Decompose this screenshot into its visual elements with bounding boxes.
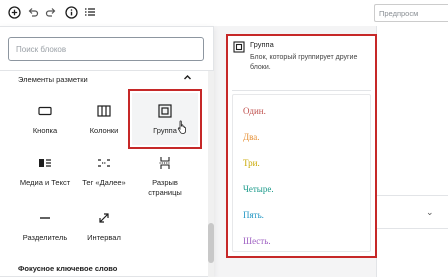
- preview-item: Два.: [243, 132, 260, 142]
- preview-item: Один.: [243, 106, 266, 116]
- sidebar-divider: [376, 228, 448, 229]
- spacer-icon: [94, 208, 114, 228]
- info-icon[interactable]: [63, 4, 79, 20]
- media-text-icon: [35, 153, 55, 173]
- group-block-highlight: [128, 89, 202, 149]
- button-icon: [35, 101, 55, 121]
- block-label: Интервал: [87, 233, 121, 242]
- block-label: Медиа и Текст: [19, 178, 71, 187]
- top-toolbar: Предпросм: [0, 0, 448, 26]
- block-label: Тег «Далее»: [82, 178, 126, 187]
- block-label: Разрыв страницы: [148, 178, 182, 197]
- page-break-icon: [155, 153, 175, 173]
- block-label: Колонки: [89, 126, 119, 135]
- scrollbar-thumb[interactable]: [208, 223, 214, 263]
- divider: [0, 70, 214, 71]
- block-spacer[interactable]: Интервал: [71, 208, 137, 243]
- block-preview-panel: Группа Блок, который группирует другие б…: [226, 34, 377, 258]
- add-icon[interactable]: [6, 4, 22, 20]
- sidebar-divider: [376, 195, 448, 196]
- search-input[interactable]: Поиск блоков: [8, 37, 204, 61]
- focus-keyword-label: Фокусное ключевое слово: [18, 264, 118, 273]
- chevron-down-icon[interactable]: ⌄: [426, 207, 434, 218]
- undo-icon[interactable]: [25, 4, 41, 20]
- block-separator[interactable]: Разделитель: [12, 208, 78, 243]
- category-title[interactable]: Элементы разметки: [18, 75, 88, 84]
- block-more[interactable]: Тег «Далее»: [71, 153, 137, 188]
- redo-icon[interactable]: [43, 4, 59, 20]
- block-page-break[interactable]: Разрыв страницы: [132, 153, 198, 198]
- preview-item: Шесть.: [243, 236, 271, 246]
- more-tag-icon: [94, 153, 114, 173]
- group-icon: [233, 40, 245, 58]
- preview-item: Три.: [243, 158, 260, 168]
- preview-item: Пять.: [243, 210, 264, 220]
- preview-title: Группа: [250, 40, 274, 49]
- block-button[interactable]: Кнопка: [12, 101, 78, 136]
- list-view-icon[interactable]: [82, 4, 98, 20]
- block-label: Кнопка: [32, 126, 58, 135]
- block-label: Разделитель: [22, 233, 68, 242]
- preview-description: Блок, который группирует другие блоки.: [250, 54, 358, 71]
- chevron-up-icon[interactable]: [183, 73, 192, 84]
- preview-item: Четыре.: [243, 184, 274, 194]
- settings-sidebar: [376, 26, 448, 277]
- preview-button[interactable]: Предпросм: [374, 4, 448, 22]
- block-media-text[interactable]: Медиа и Текст: [12, 153, 78, 188]
- preview-example: Один. Два. Три. Четыре. Пять. Шесть.: [232, 94, 371, 252]
- columns-icon: [94, 101, 114, 121]
- divider: [232, 90, 371, 91]
- separator-icon: [35, 208, 55, 228]
